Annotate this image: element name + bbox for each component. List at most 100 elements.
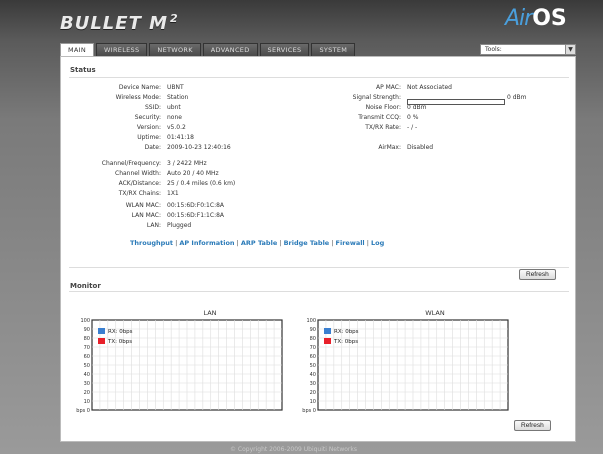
header-banner: BULLET M2 AirOS (0, 0, 603, 40)
airos-logo: AirOS (505, 6, 567, 31)
legend-swatch (324, 338, 331, 344)
y-tick-label: 100 (306, 318, 316, 324)
monitor-divider (69, 291, 569, 292)
status-value: - / - (407, 124, 418, 131)
legend-label: TX: 0bps (333, 339, 358, 345)
tab-advanced[interactable]: ADVANCED (202, 43, 258, 56)
status-label: Uptime: (137, 134, 161, 141)
status-value: none (167, 114, 182, 121)
y-tick-label: 30 (84, 381, 90, 387)
status-value: 0 % (407, 114, 419, 121)
status-label: WLAN MAC: (125, 202, 161, 209)
monitor-links: Throughput | AP Information | ARP Table … (130, 239, 385, 247)
status-label: Transmit CCQ: (358, 114, 401, 121)
status-value: 2009-10-23 12:40:16 (167, 144, 231, 151)
tools-dropdown[interactable]: Tools: ▼ (480, 44, 576, 55)
legend-label: TX: 0bps (107, 339, 132, 345)
status-divider (69, 77, 569, 78)
status-bottom-divider (69, 267, 569, 268)
legend-swatch (98, 328, 105, 334)
link-log[interactable]: Log (371, 239, 384, 247)
status-value: v5.0.2 (167, 124, 186, 131)
y-tick-label: 70 (310, 345, 316, 351)
link-bridge-table[interactable]: Bridge Table (284, 239, 330, 247)
chevron-down-icon: ▼ (565, 45, 575, 54)
y-tick-label: 70 (84, 345, 90, 351)
status-label: Security: (134, 114, 161, 121)
legend-label: RX: 0bps (334, 329, 359, 335)
legend-swatch (98, 338, 105, 344)
status-label: Device Name: (118, 84, 161, 91)
link-arp-table[interactable]: ARP Table (241, 239, 277, 247)
status-label: SSID: (144, 104, 161, 111)
product-logo: BULLET M2 (60, 12, 179, 34)
status-value: 00:15:6D:F1:1C:8A (167, 212, 225, 219)
tab-wireless[interactable]: WIRELESS (96, 43, 148, 56)
status-label: Channel Width: (115, 170, 161, 177)
y-tick-label: 80 (84, 336, 90, 342)
y-tick-label: 90 (84, 327, 90, 333)
y-tick-label: 50 (310, 363, 316, 369)
status-label: LAN MAC: (131, 212, 161, 219)
status-label: Signal Strength: (352, 94, 401, 101)
status-value: ubnt (167, 104, 181, 111)
status-value: 25 / 0.4 miles (0.6 km) (167, 180, 236, 187)
y-tick-label: 60 (84, 354, 90, 360)
status-label: Channel/Frequency: (101, 160, 161, 167)
status-label: Noise Floor: (365, 104, 401, 111)
y-tick-label: 90 (310, 327, 316, 333)
status-label: AP MAC: (375, 84, 401, 91)
tab-system[interactable]: SYSTEM (311, 43, 356, 56)
status-title: Status (70, 66, 96, 74)
y-tick-label: 80 (310, 336, 316, 342)
status-value: UBNT (167, 84, 184, 91)
y-tick-label: bps 0 (302, 408, 316, 414)
tab-services[interactable]: SERVICES (259, 43, 310, 56)
monitor-refresh-button[interactable]: Refresh (514, 420, 551, 431)
status-value: 00:15:6D:F0:1C:8A (167, 202, 225, 209)
status-value: 1X1 (167, 190, 179, 197)
copyright-footer: © Copyright 2006-2009 Ubiquiti Networks (230, 446, 357, 453)
link-firewall[interactable]: Firewall (336, 239, 365, 247)
monitor-title: Monitor (70, 282, 101, 290)
y-tick-label: 40 (310, 372, 316, 378)
status-value: Station (167, 94, 189, 101)
status-value: Disabled (407, 144, 434, 151)
y-tick-label: 20 (310, 390, 316, 396)
status-label: Version: (136, 124, 161, 131)
link-ap-information[interactable]: AP Information (179, 239, 234, 247)
status-value: Auto 20 / 40 MHz (167, 170, 219, 177)
status-label: TX/RX Chains: (118, 190, 161, 197)
status-value: 3 / 2422 MHz (167, 160, 207, 167)
legend-label: RX: 0bps (108, 329, 133, 335)
status-label: AirMax: (378, 144, 401, 151)
y-tick-label: bps 0 (76, 408, 90, 414)
y-tick-label: 10 (310, 399, 316, 405)
wlan-throughput-chart: 100 90 80 70 60 50 40 30 20 10 bps 0 RX: 0bps TX: 0b… (302, 318, 509, 414)
y-tick-label: 50 (84, 363, 90, 369)
wlan-chart-title: WLAN (425, 309, 445, 317)
y-tick-label: 100 (80, 318, 90, 324)
status-value: 0 dBm (407, 104, 427, 111)
status-label: TX/RX Rate: (365, 124, 401, 131)
status-label: LAN: (146, 222, 161, 229)
y-tick-label: 20 (84, 390, 90, 396)
tab-network[interactable]: NETWORK (149, 43, 201, 56)
lan-chart-title: LAN (203, 309, 217, 317)
status-label: Date: (144, 144, 161, 151)
tools-label: Tools: (485, 46, 502, 53)
main-tabs: MAIN WIRELESS NETWORK ADVANCED SERVICES … (60, 43, 356, 56)
status-label: ACK/Distance: (118, 180, 161, 187)
y-tick-label: 10 (84, 399, 90, 405)
signal-strength-bar (407, 99, 505, 105)
status-refresh-button[interactable]: Refresh (519, 269, 556, 280)
link-throughput[interactable]: Throughput (130, 239, 173, 247)
y-tick-label: 40 (84, 372, 90, 378)
status-value: Not Associated (407, 84, 452, 91)
status-value: Plugged (167, 222, 192, 229)
status-value: 0 dBm (507, 94, 527, 101)
status-label: Wireless Mode: (115, 94, 161, 101)
y-tick-label: 60 (310, 354, 316, 360)
lan-throughput-chart: 100 90 80 70 60 50 40 30 20 10 bps 0 RX: 0bps TX: 0b… (76, 318, 283, 414)
tab-main[interactable]: MAIN (60, 43, 95, 56)
